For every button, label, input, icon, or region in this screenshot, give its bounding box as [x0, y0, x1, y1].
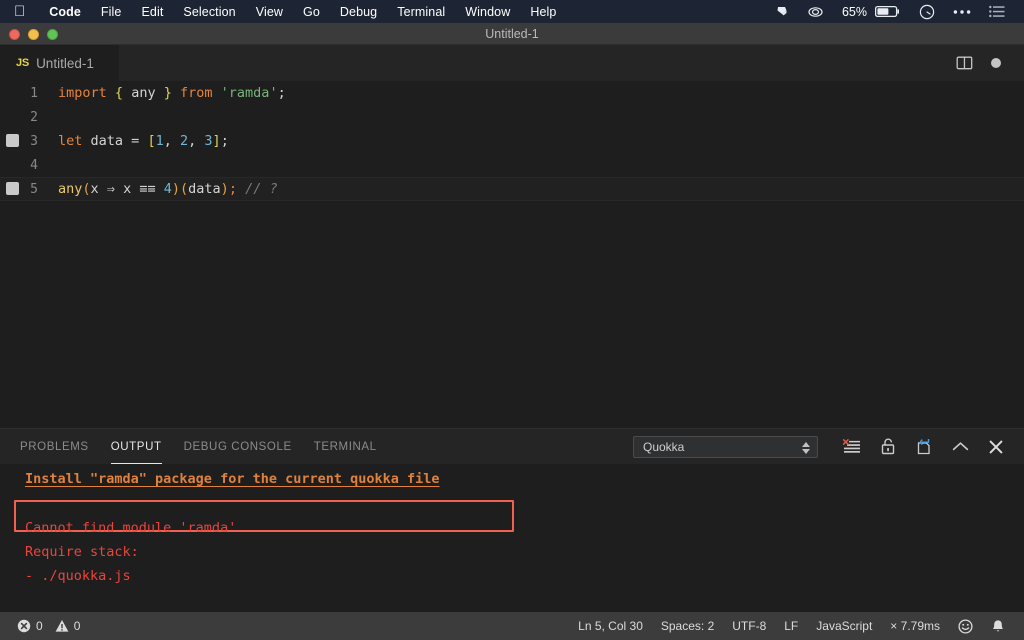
menu-item-edit[interactable]: Edit — [131, 5, 173, 19]
output-error-line-1: Require stack: — [25, 544, 139, 560]
error-count: 0 — [36, 619, 43, 633]
macos-menu-bar:  CodeFileEditSelectionViewGoDebugTermin… — [0, 0, 1024, 23]
code-line-4[interactable]: 4 — [0, 153, 1024, 177]
notifications-bell-icon[interactable] — [982, 612, 1014, 640]
status-encoding[interactable]: UTF-8 — [723, 612, 775, 640]
editor-actions — [948, 45, 1024, 81]
output-channel-value: Quokka — [643, 439, 685, 454]
status-bar-left: 0 0 — [0, 612, 85, 640]
tab-label: Untitled-1 — [36, 55, 94, 71]
quokka-gutter-marker[interactable] — [6, 134, 19, 147]
status-bar-items: Ln 5, Col 30 Spaces: 2 UTF-8 LF JavaScript × … — [569, 612, 949, 640]
panel-tab-terminal[interactable]: TERMINAL — [314, 429, 377, 464]
warning-triangle-icon — [55, 620, 69, 632]
status-bar-right: Ln 5, Col 30 Spaces: 2 UTF-8 LF JavaScript × … — [569, 612, 1024, 640]
menu-item-terminal[interactable]: Terminal — [387, 5, 455, 19]
line-number: 2 — [30, 109, 38, 125]
time-machine-icon[interactable] — [910, 0, 944, 23]
status-indentation[interactable]: Spaces: 2 — [652, 612, 723, 640]
status-errors-warnings[interactable]: 0 0 — [12, 612, 85, 640]
output-error-line-0: Cannot find module 'ramda' — [25, 520, 237, 536]
macos-status-icons: 65% — [766, 0, 1024, 23]
open-in-editor-icon[interactable] — [906, 429, 942, 464]
output-channel-select[interactable]: Quokka — [633, 435, 818, 459]
code-text: import { any } from 'ramda'; — [58, 85, 286, 101]
menu-item-window[interactable]: Window — [455, 5, 520, 19]
notification-center-icon[interactable] — [980, 0, 1014, 23]
quokka-gutter-marker[interactable] — [6, 182, 19, 195]
battery-percent-label: 65% — [841, 4, 867, 19]
js-file-icon: JS — [16, 57, 30, 69]
control-center-icon[interactable] — [944, 0, 980, 23]
warning-count: 0 — [73, 619, 81, 633]
panel-tab-output[interactable]: OUTPUT — [110, 429, 162, 464]
panel-tabs: PROBLEMS OUTPUT DEBUG CONSOLE TERMINAL — [20, 429, 399, 464]
status-eol[interactable]: LF — [775, 612, 807, 640]
battery-icon[interactable]: 65% — [833, 0, 910, 23]
output-error-line-2: - ./quokka.js — [25, 568, 131, 584]
menu-item-go[interactable]: Go — [293, 5, 330, 19]
menu-item-file[interactable]: File — [91, 5, 132, 19]
line-number: 1 — [30, 85, 38, 101]
code-text: let data = [1, 2, 3]; — [58, 133, 229, 149]
menu-item-selection[interactable]: Selection — [173, 5, 245, 19]
menu-item-debug[interactable]: Debug — [330, 5, 387, 19]
code-line-3[interactable]: 3 let data = [1, 2, 3]; — [0, 129, 1024, 153]
panel-tab-problems[interactable]: PROBLEMS — [20, 429, 89, 464]
code-lines: 1 import { any } from 'ramda'; 2 3 let data … — [0, 81, 1024, 201]
traffic-lights — [9, 23, 58, 45]
line-number: 4 — [30, 157, 38, 173]
menu-item-view[interactable]: View — [246, 5, 293, 19]
maximize-panel-icon[interactable] — [942, 429, 978, 464]
feedback-smiley-icon[interactable] — [949, 612, 982, 640]
vscode-window:  CodeFileEditSelectionViewGoDebugTermin… — [0, 0, 1024, 640]
panel-actions: Quokka — [633, 429, 1024, 464]
error-circle-icon — [17, 619, 31, 633]
clear-output-icon[interactable] — [834, 429, 870, 464]
code-line-2[interactable]: 2 — [0, 105, 1024, 129]
split-editor-icon[interactable] — [948, 45, 980, 81]
panel-header: PROBLEMS OUTPUT DEBUG CONSOLE TERMINAL Quok… — [0, 429, 1024, 464]
status-language-mode[interactable]: JavaScript — [807, 612, 881, 640]
lock-scroll-icon[interactable] — [870, 429, 906, 464]
menu-item-code[interactable]: Code — [39, 5, 91, 19]
status-bar: 0 0 Ln 5, Col 30 Spaces: 2 UTF-8 LF JavaScri… — [0, 612, 1024, 640]
close-panel-icon[interactable] — [978, 429, 1014, 464]
code-text: any(x ⇒ x ≡≡ 4)(data); // ? — [58, 181, 278, 197]
dropbox-icon[interactable] — [766, 0, 798, 23]
window-title: Untitled-1 — [485, 26, 539, 41]
menu-items: Code File Edit Selection View Go Debug Terminal… — [39, 5, 566, 19]
minimize-window-button[interactable] — [28, 28, 39, 40]
close-window-button[interactable] — [9, 28, 20, 40]
tab-untitled-1[interactable]: JS Untitled-1 — [0, 45, 120, 81]
status-cursor-position[interactable]: Ln 5, Col 30 — [569, 612, 652, 640]
install-package-link[interactable]: Install "ramda" package for the current … — [25, 471, 440, 487]
maximize-window-button[interactable] — [47, 28, 58, 40]
cloud-sync-icon[interactable] — [798, 0, 833, 23]
status-quokka-timing[interactable]: × 7.79ms — [881, 612, 949, 640]
code-line-1[interactable]: 1 import { any } from 'ramda'; — [0, 81, 1024, 105]
code-editor[interactable]: 1 import { any } from 'ramda'; 2 3 let data … — [0, 81, 1024, 428]
apple-logo-icon[interactable]:  — [14, 0, 25, 23]
panel-tab-debug-console[interactable]: DEBUG CONSOLE — [184, 429, 292, 464]
chevron-updown-icon — [802, 437, 810, 459]
window-title-bar: Untitled-1 — [0, 23, 1024, 45]
menu-item-help[interactable]: Help — [520, 5, 566, 19]
unsaved-dot-icon[interactable] — [980, 45, 1012, 81]
code-line-5[interactable]: 5 any(x ⇒ x ≡≡ 4)(data); // ? — [0, 177, 1024, 201]
editor-tab-strip: JS Untitled-1 — [0, 45, 1024, 81]
